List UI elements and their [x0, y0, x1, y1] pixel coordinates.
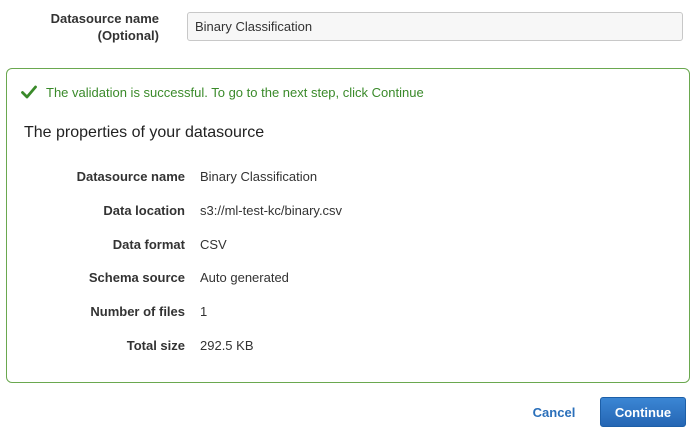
datasource-name-label-text: Datasource name [50, 11, 159, 26]
checkmark-icon-svg [21, 85, 37, 99]
property-label: Data location [103, 203, 185, 218]
property-row-data-format: Data format CSV [7, 237, 691, 257]
property-label: Data format [112, 237, 185, 252]
property-label: Schema source [88, 270, 185, 285]
property-value: CSV [200, 237, 227, 252]
property-value: Auto generated [200, 270, 289, 285]
property-label: Datasource name [76, 169, 185, 184]
property-row-schema-source: Schema source Auto generated [7, 270, 691, 290]
property-label: Number of files [90, 304, 185, 319]
validation-panel: The validation is successful. To go to t… [6, 68, 690, 383]
datasource-name-input[interactable] [187, 12, 683, 41]
datasource-name-row: Datasource name (Optional) [0, 0, 700, 60]
property-value: 292.5 KB [200, 338, 254, 353]
property-value: s3://ml-test-kc/binary.csv [200, 203, 343, 218]
property-label: Total size [126, 338, 185, 353]
property-row-data-location: Data location s3://ml-test-kc/binary.csv [7, 203, 691, 223]
properties-title: The properties of your datasource [24, 124, 265, 141]
datasource-name-label: Datasource name (Optional) [20, 10, 159, 44]
datasource-name-optional-text: (Optional) [97, 28, 159, 43]
property-row-datasource-name: Datasource name Binary Classification [7, 169, 691, 189]
continue-button[interactable]: Continue [600, 397, 686, 427]
checkmark-icon [21, 85, 37, 99]
validation-message: The validation is successful. To go to t… [46, 84, 424, 100]
validation-message-row: The validation is successful. To go to t… [21, 83, 424, 101]
property-value: Binary Classification [200, 169, 318, 184]
cancel-button[interactable]: Cancel [522, 400, 586, 424]
property-value: 1 [200, 304, 208, 319]
property-row-total-size: Total size 292.5 KB [7, 338, 691, 358]
property-row-number-of-files: Number of files 1 [7, 304, 691, 324]
